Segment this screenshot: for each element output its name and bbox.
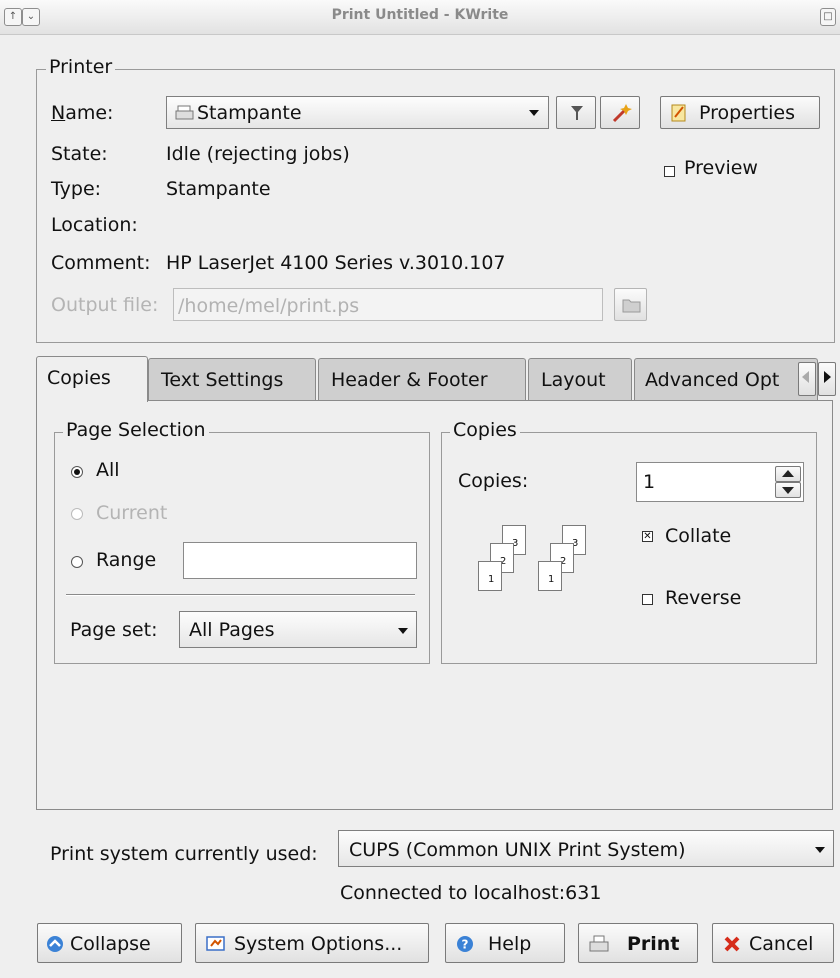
page-1-icon: 1 [478,561,502,591]
state-label: State: [51,143,108,165]
wizard-wand-icon [612,104,632,123]
printer-group-label: Printer [46,56,116,78]
chevron-down-icon [815,847,825,853]
reverse-checkbox[interactable] [642,594,653,605]
collate-illustration: 3 2 1 3 2 1 [470,525,610,605]
printer-icon [589,935,609,952]
range-input[interactable] [183,542,417,579]
radio-current[interactable] [71,508,83,520]
comment-label: Comment: [51,252,151,274]
copies-label: Copies: [458,470,529,492]
radio-all[interactable] [71,466,83,478]
print-system-select[interactable]: CUPS (Common UNIX Print System) [338,830,834,867]
print-system-label: Print system currently used: [50,843,318,865]
copies-value: 1 [643,471,656,493]
page-set-select[interactable]: All Pages [179,611,417,648]
properties-button[interactable]: Properties [660,96,820,129]
help-label: Help [488,933,532,955]
tab-copies[interactable]: Copies [36,356,148,402]
page-set-label: Page set: [70,619,158,641]
divider [66,594,415,596]
system-options-label: System Options... [234,933,403,955]
print-system-value: CUPS (Common UNIX Print System) [349,839,686,861]
printer-select[interactable]: Stampante [166,96,549,129]
arrow-up-icon [782,470,794,477]
browse-output-button[interactable] [614,288,647,321]
tab-text-settings-label: Text Settings [161,369,284,391]
collate-checkbox[interactable]: ✕ [642,531,653,542]
state-value: Idle (rejecting jobs) [166,143,350,165]
tab-copies-label: Copies [47,367,111,389]
type-label: Type: [51,178,102,200]
output-file-input[interactable]: /home/mel/print.ps [173,288,603,321]
tab-layout[interactable]: Layout [528,358,632,400]
tab-header-footer-label: Header & Footer [331,369,488,391]
tab-header-footer[interactable]: Header & Footer [318,358,526,400]
window-title: Print Untitled - KWrite [331,7,509,23]
printer-icon [175,105,194,120]
name-label: Name: [51,102,114,124]
radio-range[interactable] [71,556,83,568]
preview-label: Preview [684,157,758,179]
collate-label: Collate [665,525,732,547]
connection-status: Connected to localhost:631 [340,882,602,904]
arrow-right-icon [824,371,831,383]
print-label: Print [627,933,680,955]
tab-scroll-left-button[interactable] [798,362,816,396]
system-options-button[interactable]: System Options... [195,923,429,963]
radio-all-label: All [96,459,120,481]
help-button[interactable]: ? Help [445,923,565,963]
printer-tools-button[interactable] [556,96,596,129]
tab-advanced-options[interactable]: Advanced Opt [634,358,818,400]
collapse-icon [47,936,63,952]
collapse-button[interactable]: Collapse [37,923,182,963]
properties-icon [671,104,686,122]
properties-label: Properties [699,102,796,124]
chevron-down-icon [398,628,408,634]
copies-spinbox[interactable]: 1 [636,462,804,502]
spin-down-button[interactable] [775,482,801,498]
tab-text-settings[interactable]: Text Settings [148,358,316,400]
svg-text:?: ? [462,938,469,952]
page-selection-label: Page Selection [63,419,209,441]
output-file-label: Output file: [51,294,159,316]
arrow-down-icon [782,487,794,494]
cancel-icon [724,936,740,952]
filter-icon [571,106,583,120]
collapse-label: Collapse [70,933,151,955]
cancel-button[interactable]: Cancel [712,923,834,963]
type-value: Stampante [166,178,271,200]
copies-group-label: Copies [450,419,520,441]
print-button[interactable]: Print [578,923,698,963]
location-label: Location: [51,214,138,236]
page-1-icon: 1 [538,561,562,591]
system-options-icon [206,936,225,951]
tab-advanced-options-label: Advanced Opt [645,369,780,391]
page-set-value: All Pages [189,619,275,641]
comment-value: HP LaserJet 4100 Series v.3010.107 [166,252,506,274]
tab-layout-label: Layout [541,369,606,391]
help-icon: ? [457,936,473,952]
cancel-label: Cancel [749,933,814,955]
arrow-left-icon [802,371,809,383]
chevron-down-icon [529,110,539,116]
printer-wizard-button[interactable] [600,96,640,129]
printer-name-value: Stampante [197,102,302,124]
reverse-label: Reverse [665,587,742,609]
tab-scroll-right-button[interactable] [818,362,836,396]
radio-range-label: Range [96,549,157,571]
spin-up-button[interactable] [775,466,801,482]
radio-current-label: Current [96,502,168,524]
folder-open-icon [622,299,641,313]
preview-checkbox[interactable] [664,166,675,177]
output-file-value: /home/mel/print.ps [178,295,360,317]
maximize-icon[interactable]: □ [820,8,836,26]
